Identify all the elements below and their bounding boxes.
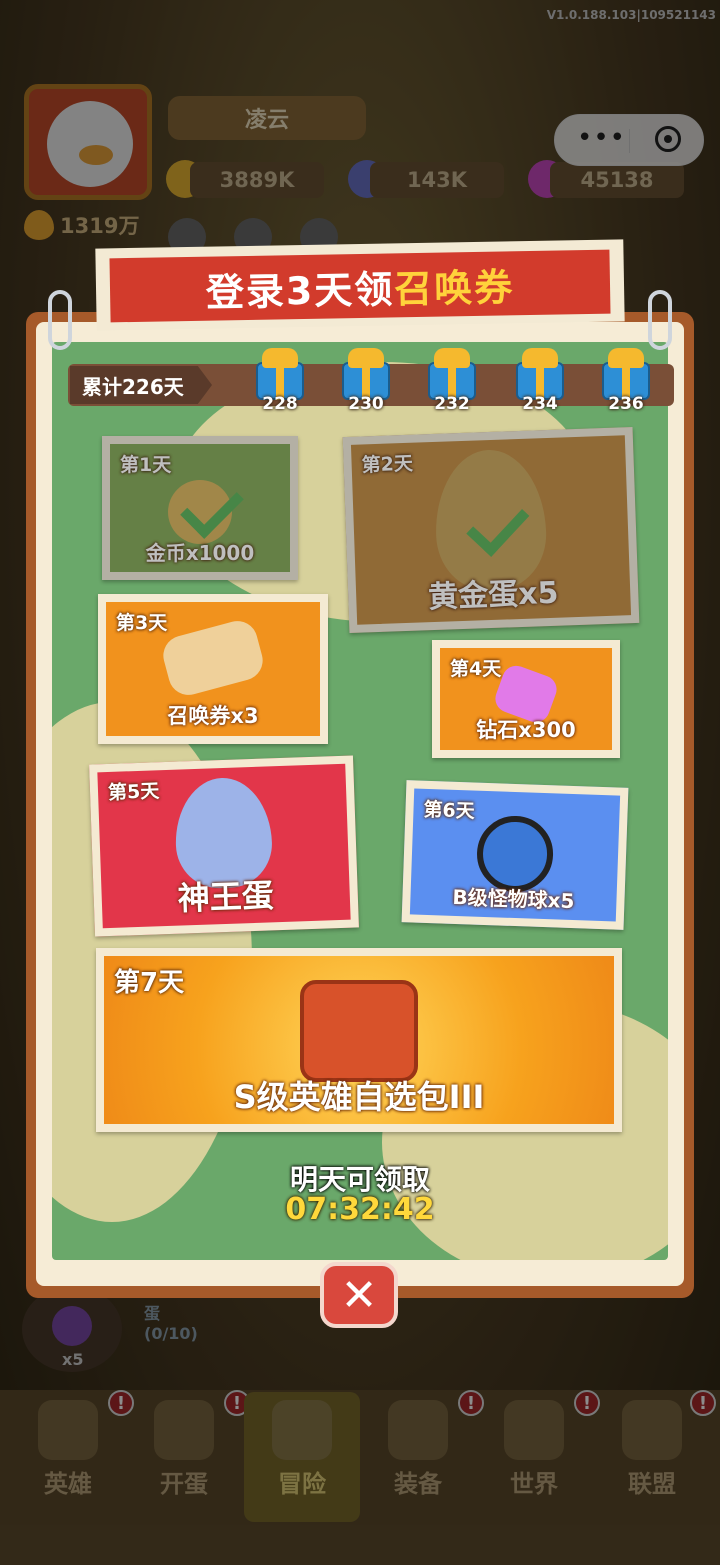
day-label: 第7天 [114,968,185,998]
milestone-day: 234 [522,394,558,414]
milestone-day: 236 [608,394,644,414]
day-card-3[interactable]: 第3天 召唤券x3 [98,594,328,744]
title-banner: 登录3天领召唤券 [109,249,611,323]
milestone-day: 230 [348,394,384,414]
reward-label: B级怪物球x5 [452,884,575,914]
close-icon: ✕ [340,1269,378,1321]
day-label: 第3天 [116,612,168,634]
gift-icon[interactable] [424,348,480,400]
reward-label: 金币x1000 [145,541,255,565]
day-card-4[interactable]: 第4天 钻石x300 [432,640,620,758]
day-label: 第5天 [107,780,160,805]
milestone-day: 228 [262,394,298,414]
countdown-timer: 07:32:42 [285,1192,435,1227]
reward-label: 黄金蛋x5 [427,575,559,616]
gift-icon[interactable] [252,348,308,400]
day-label: 第6天 [423,798,476,823]
summon-scroll-icon [158,616,268,700]
hero-pack-chest-icon [300,980,418,1082]
reward-label: 神王蛋 [177,876,275,918]
day-label: 第1天 [120,454,172,476]
day-card-6[interactable]: 第6天 B级怪物球x5 [401,780,629,930]
gift-icon[interactable] [338,348,394,400]
modal-title: 登录3天领召唤券 [205,264,515,315]
day-label: 第2天 [361,452,414,477]
day-card-2[interactable]: 第2天 黄金蛋x5 [342,426,640,634]
day-card-7[interactable]: 第7天 S级英雄自选包III [96,948,622,1132]
gift-icon[interactable] [512,348,568,400]
accumulated-days: 累计226天 [70,366,212,404]
clip-icon [48,290,72,350]
reward-label: 召唤券x3 [167,704,259,728]
day-card-1[interactable]: 第1天 金币x1000 [102,436,298,580]
close-button[interactable]: ✕ [320,1262,398,1328]
gift-icon[interactable] [598,348,654,400]
clip-icon [648,290,672,350]
milestone-day: 232 [434,394,470,414]
day-card-5[interactable]: 第5天 神王蛋 [89,755,359,937]
reward-label: 钻石x300 [476,718,576,742]
day-label: 第4天 [450,658,502,680]
reward-label: S级英雄自选包III [233,1078,485,1116]
